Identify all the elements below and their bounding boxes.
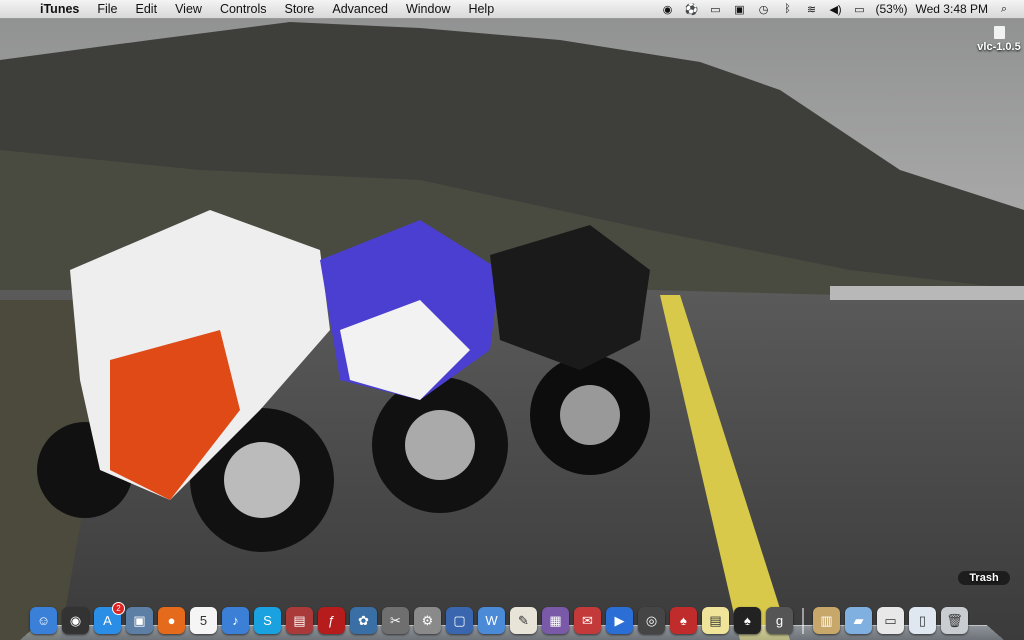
spades-icon[interactable]: ♠ [734,607,761,634]
google-icon[interactable]: g [766,607,793,634]
soccer-ball-icon[interactable]: ⚽ [685,3,699,16]
stickies-icon[interactable]: ▤ [702,607,729,634]
desktop-item-vlc[interactable]: vlc-1.0.5 [975,26,1023,53]
volume-icon[interactable]: ◀) [829,3,843,16]
menu-file[interactable]: File [88,0,126,18]
battery-icon[interactable]: ▭ [853,3,867,16]
flash-icon[interactable]: ƒ [318,607,345,634]
desktop-item-label: vlc-1.0.5 [977,41,1021,53]
wallpaper-image [0,0,1024,640]
menu-help[interactable]: Help [459,0,503,18]
screensaver-icon[interactable]: ▦ [542,607,569,634]
mail-icon[interactable]: ✉ [574,607,601,634]
menu-window[interactable]: Window [397,0,459,18]
screen-sharing-icon[interactable]: ▯ [909,607,936,634]
dashboard-icon[interactable]: ◉ [62,607,89,634]
menu-bar: iTunes File Edit View Controls Store Adv… [0,0,1024,19]
firefox-icon[interactable]: ● [158,607,185,634]
menu-store[interactable]: Store [275,0,323,18]
menu-advanced[interactable]: Advanced [323,0,397,18]
iphoto-icon[interactable]: ✿ [350,607,377,634]
battery-percent[interactable]: (53%) [872,2,912,16]
time-machine-icon[interactable]: ◷ [757,3,771,16]
textedit-icon[interactable]: ✎ [510,607,537,634]
virtualbox-icon[interactable]: ▢ [446,607,473,634]
app-store-icon[interactable]: A2 [94,602,125,634]
documents-stack-icon[interactable]: ▥ [813,607,840,634]
word-icon[interactable]: W [478,607,505,634]
preview-icon[interactable]: ▣ [126,607,153,634]
app-menu-itunes[interactable]: iTunes [36,0,88,18]
menu-clock[interactable]: Wed 3:48 PM [912,2,992,16]
desktop-wallpaper [0,0,1024,640]
dock: ☺ ◉ A 2 ▣ ● 5 ♪ S ▤ ƒ ✿ ✂ ⚙ ▢ W ✎ ▦ ✉ ▶ ◎ ♠ ▤ ♠ g ▥ ▰ ▭ ▯ 🗑 [20,596,1004,640]
menu-controls[interactable]: Controls [211,0,276,18]
dvd-player-icon[interactable]: ◎ [638,607,665,634]
trash-tooltip: Trash [958,571,1010,585]
system-preferences-icon[interactable]: ⚙ [414,607,441,634]
menu-edit[interactable]: Edit [127,0,167,18]
trash-icon[interactable]: 🗑 [941,607,968,634]
finder-icon[interactable]: ☺ [30,607,57,634]
menu-view[interactable]: View [166,0,211,18]
display-icon[interactable]: ▭ [709,3,723,16]
photo-booth-icon[interactable]: ▤ [286,607,313,634]
notification-badge: 2 [112,602,125,615]
solitaire-icon[interactable]: ♠ [670,607,697,634]
evernote-icon[interactable]: ▣ [733,3,747,16]
wifi-icon[interactable]: ≋ [805,3,819,16]
itunes-icon[interactable]: ♪ [222,607,249,634]
grab-icon[interactable]: ✂ [382,607,409,634]
calendar-icon[interactable]: 5 [190,607,217,634]
bluetooth-icon[interactable]: ᛒ [781,3,795,16]
spotlight-search-icon[interactable]: ⌕ [997,3,1011,16]
dock-icons: ☺ ◉ A 2 ▣ ● 5 ♪ S ▤ ƒ ✿ ✂ ⚙ ▢ W ✎ ▦ ✉ ▶ ◎ ♠ ▤ ♠ g ▥ ▰ ▭ ▯ 🗑 [30,602,968,634]
quicktime-icon[interactable]: ▶ [606,607,633,634]
eye-icon[interactable]: ◉ [661,3,675,16]
downloads-stack-icon[interactable]: ▭ [877,607,904,634]
skype-icon[interactable]: S [254,607,281,634]
applications-folder-icon[interactable]: ▰ [845,607,872,634]
disk-image-icon[interactable] [993,26,1005,39]
dock-separator [802,608,804,634]
